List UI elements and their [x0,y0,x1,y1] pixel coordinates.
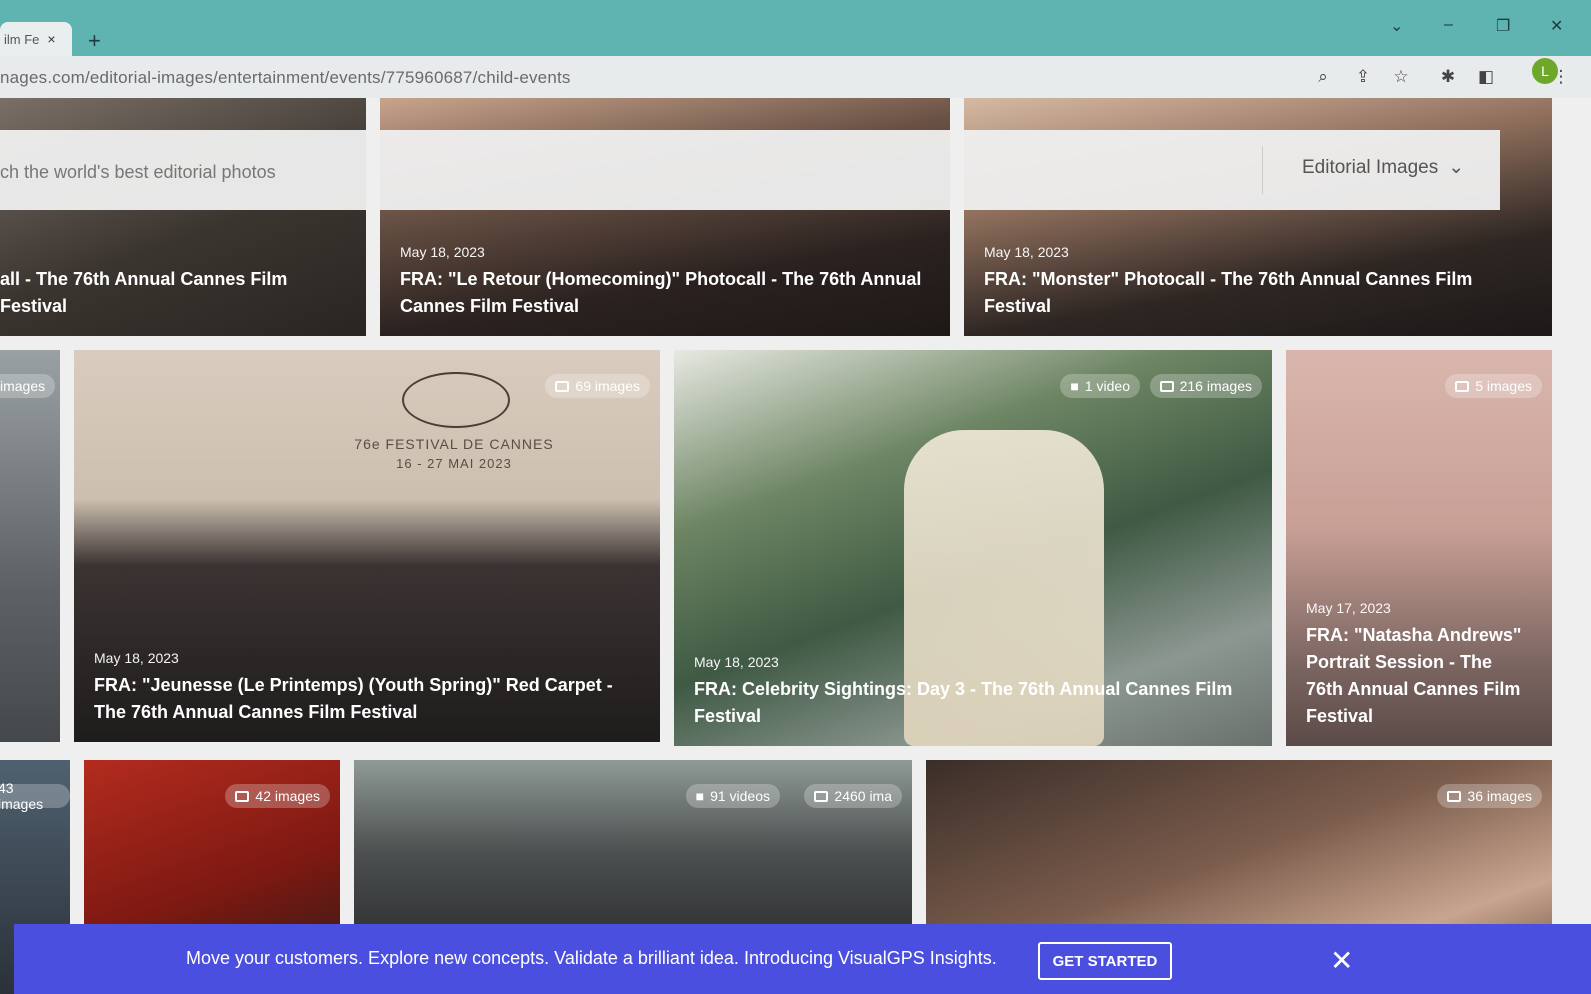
video-icon: ■ [1070,378,1079,394]
search-input[interactable]: ch the world's best editorial photos [0,162,276,183]
get-started-button[interactable]: GET STARTED [1038,942,1172,980]
event-tile[interactable]: 69 images 76e FESTIVAL DE CANNES 16 - 27… [74,350,660,742]
tab-close-icon[interactable]: × [47,31,55,47]
event-title: FRA: "Natasha Andrews" Portrait Session … [1306,625,1522,726]
image-icon [1455,380,1470,392]
side-panel-icon[interactable]: ◧ [1475,66,1497,88]
poster-text: 76e FESTIVAL DE CANNES [354,436,554,452]
browser-tabstrip: ilm Fe × + ⌄ – ❐ ✕ [0,0,1591,56]
event-caption: May 18, 2023 FRA: "Le Retour (Homecoming… [400,244,932,320]
video-count-badge: ■ 1 video [1060,374,1140,398]
bookmark-star-icon[interactable]: ☆ [1390,66,1412,88]
dropdown-label: Editorial Images [1302,156,1439,178]
image-count-badge: 216 images [1149,374,1262,398]
tab-search-icon[interactable]: ⌄ [1390,16,1403,36]
address-bar[interactable]: nages.com/editorial-images/entertainment… [0,56,1591,98]
image-count-badge: 69 images [545,374,650,398]
video-count-badge: ■ 91 videos [685,784,780,808]
event-title: all - The 76th Annual Cannes Film Festiv… [0,269,288,316]
close-window-icon[interactable]: ✕ [1550,16,1563,36]
event-caption: May 18, 2023 FRA: Celebrity Sightings: D… [694,654,1254,730]
event-date: May 18, 2023 [984,244,1069,260]
search-divider [1262,146,1263,194]
video-icon: ■ [695,788,705,804]
close-banner-icon[interactable]: ✕ [1330,944,1353,977]
badge-label: images [0,378,46,394]
profile-avatar[interactable]: L [1532,58,1558,84]
event-tile[interactable]: ■ 1 video 216 images May 18, 2023 FRA: C… [674,350,1272,746]
image-icon [1159,380,1174,392]
image-icon [555,380,570,392]
image-type-dropdown[interactable]: Editorial Images ⌄ [1302,156,1464,179]
image-count-badge: 42 images [225,784,330,808]
search-bar[interactable]: ch the world's best editorial photos Edi… [0,130,1500,210]
event-caption: May 17, 2023 FRA: "Natasha Andrews" Port… [1306,600,1534,730]
badge-label: 216 images [1179,378,1252,394]
minimize-icon[interactable]: – [1444,16,1453,34]
event-title: FRA: "Jeunesse (Le Printemps) (Youth Spr… [94,675,613,722]
badge-label: 1 video [1084,378,1130,394]
new-tab-button[interactable]: + [88,28,101,54]
zoom-search-icon[interactable]: ⌕ [1312,66,1334,88]
image-icon [814,790,829,802]
badge-label: 42 images [255,788,320,804]
badge-label: 43 images [0,780,44,812]
url-text[interactable]: nages.com/editorial-images/entertainment… [0,68,571,88]
event-title: FRA: Celebrity Sightings: Day 3 - The 76… [694,679,1233,726]
badge-label: 69 images [575,378,640,394]
event-caption: all - The 76th Annual Cannes Film Festiv… [0,266,348,320]
palm-logo-icon [402,372,510,428]
event-tile[interactable]: 5 images May 17, 2023 FRA: "Natasha Andr… [1286,350,1552,746]
promo-banner: Move your customers. Explore new concept… [14,924,1591,994]
tab-title: ilm Fe [4,31,40,47]
event-grid-page: all - The 76th Annual Cannes Film Festiv… [0,98,1591,994]
image-count-badge: 2460 ima [804,784,902,808]
image-icon [1447,790,1462,802]
event-caption: May 18, 2023 FRA: "Jeunesse (Le Printemp… [94,650,642,726]
chevron-down-icon: ⌄ [1448,157,1465,178]
extensions-puzzle-icon[interactable]: ✱ [1437,66,1459,88]
image-count-badge: 5 images [1445,374,1542,398]
badge-label: 36 images [1467,788,1532,804]
event-title: FRA: "Le Retour (Homecoming)" Photocall … [400,269,922,316]
badge-label: 2460 ima [834,788,892,804]
poster-dates: 16 - 27 MAI 2023 [396,456,512,471]
event-date: May 18, 2023 [694,654,779,670]
event-tile[interactable]: images [0,350,60,742]
event-date: May 18, 2023 [94,650,179,666]
restore-icon[interactable]: ❐ [1496,16,1510,36]
badge-label: 91 videos [710,788,770,804]
image-count-badge: images [0,374,56,398]
browser-tab[interactable]: ilm Fe × [0,22,72,56]
event-caption: May 18, 2023 FRA: "Monster" Photocall - … [984,244,1534,320]
share-icon[interactable]: ⇪ [1352,66,1374,88]
image-count-badge: 36 images [1437,784,1542,808]
event-title: FRA: "Monster" Photocall - The 76th Annu… [984,269,1473,316]
event-date: May 18, 2023 [400,244,485,260]
promo-message: Move your customers. Explore new concept… [186,948,997,968]
badge-label: 5 images [1475,378,1532,394]
event-date: May 17, 2023 [1306,600,1391,616]
image-count-badge: 43 images [0,780,70,812]
image-icon [235,790,250,802]
